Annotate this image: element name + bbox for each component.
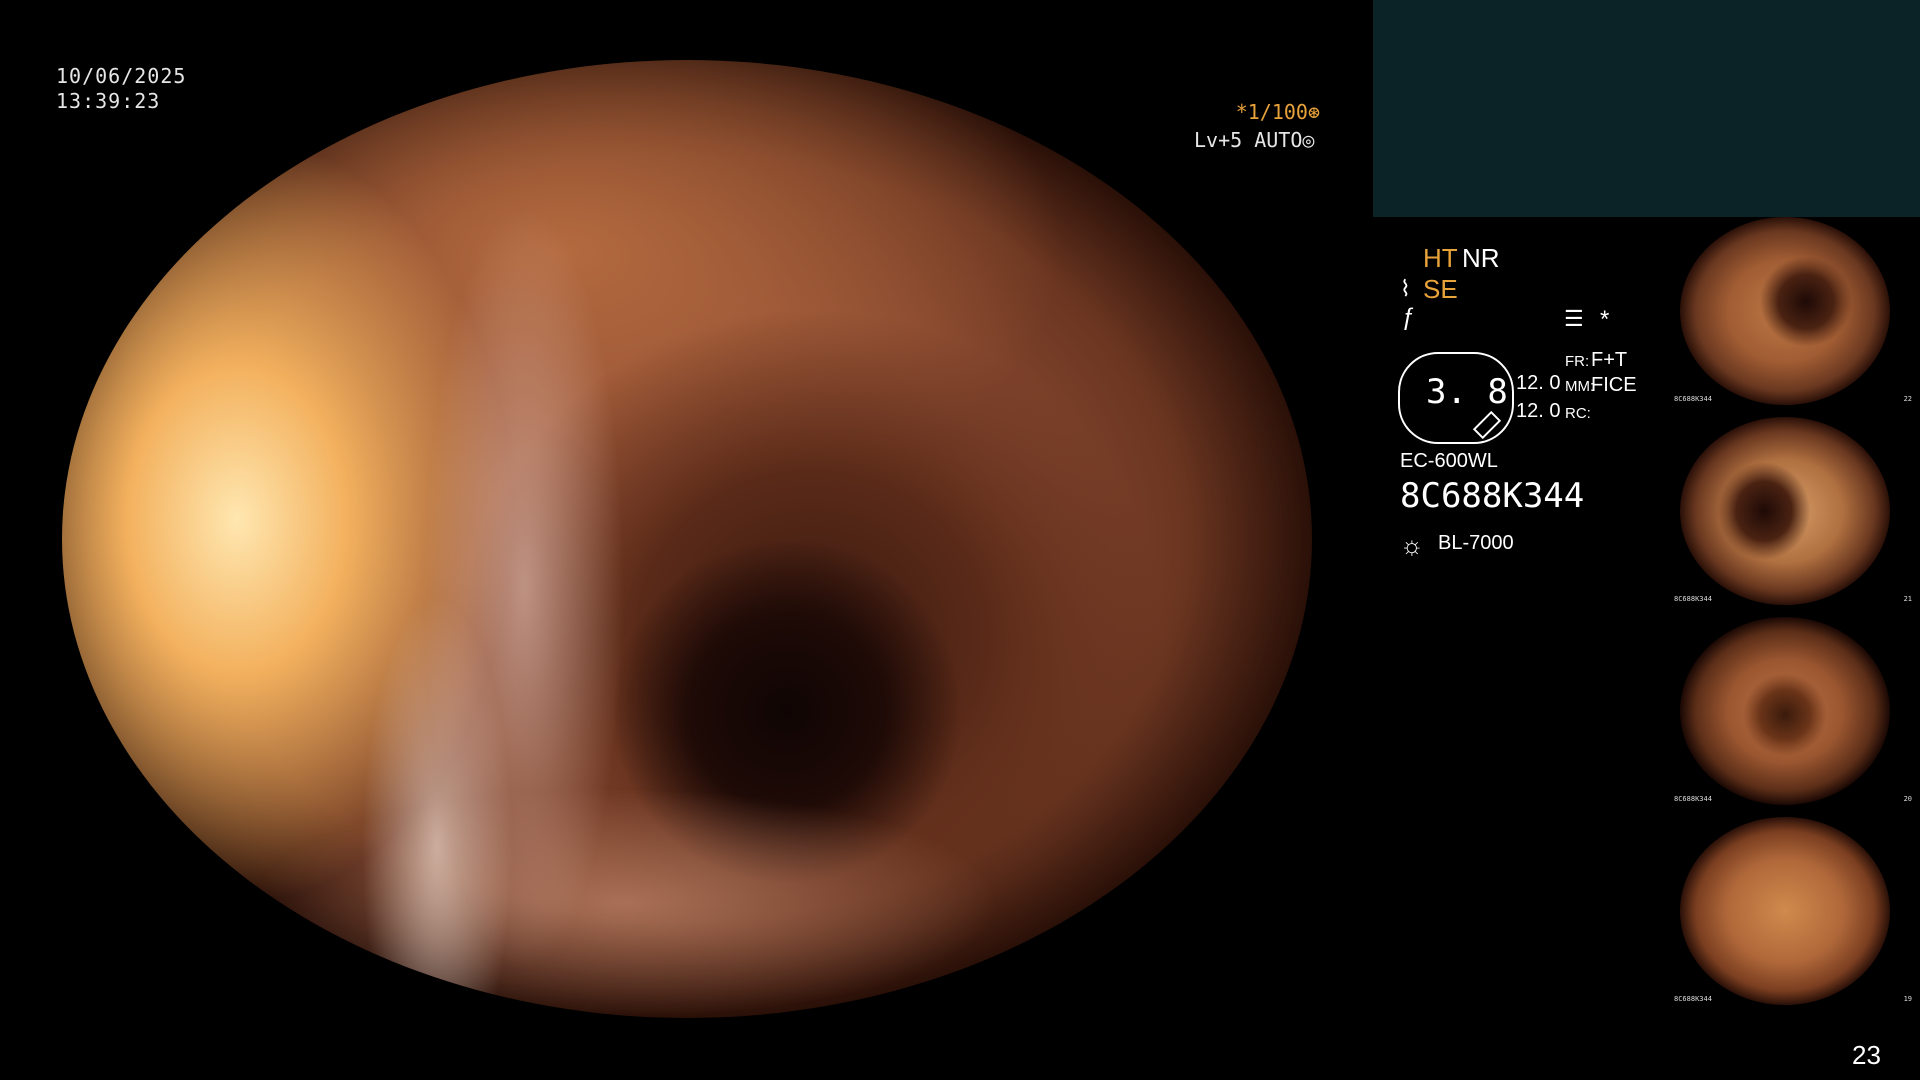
light-source: BL-7000 <box>1438 532 1514 554</box>
thumbnail-3[interactable]: 8C688K344 20 <box>1670 617 1916 805</box>
thumbnail-number: 22 <box>1903 395 1912 403</box>
mm-label: MM: <box>1565 378 1595 395</box>
thumbnail-number: 19 <box>1903 995 1912 1003</box>
se-indicator: SE <box>1423 274 1458 304</box>
page-number: 23 <box>1852 1040 1881 1070</box>
thumbnail-caption: 8C688K344 <box>1674 595 1712 603</box>
endoscope-image <box>62 60 1312 1018</box>
shutter-readout: *1/100⊛ <box>1235 100 1320 124</box>
star-indicator: * <box>1600 306 1610 333</box>
nr-indicator: NR <box>1462 243 1500 273</box>
time-readout: 13:39:23 <box>56 89 161 113</box>
fr-label: FR: <box>1565 353 1590 370</box>
date-readout: 10/06/2025 <box>56 64 187 88</box>
fr-value: F+T <box>1591 349 1628 371</box>
thumbnail-image <box>1680 617 1890 805</box>
thumbnail-4[interactable]: 8C688K344 19 <box>1670 817 1916 1005</box>
panel-header-block <box>1373 0 1920 217</box>
thumbnail-image <box>1680 417 1890 605</box>
scope-serial: 8C688K344 <box>1400 476 1585 516</box>
thumbnail-caption: 8C688K344 <box>1674 995 1712 1003</box>
list-icon: ☰ <box>1564 306 1584 331</box>
rc-label: RC: <box>1565 405 1591 422</box>
thumbnail-2[interactable]: 8C688K344 21 <box>1670 417 1916 605</box>
thumbnail-number: 21 <box>1903 595 1912 603</box>
thumbnail-image <box>1680 817 1890 1005</box>
thumbnail-number: 20 <box>1903 795 1912 803</box>
level-readout: Lv+5 AUTO◎ <box>1194 128 1315 152</box>
scope-model: EC-600WL <box>1400 450 1498 472</box>
dial-value: 3. 8 <box>1426 372 1508 412</box>
scope-icon: ⌇ <box>1400 276 1411 301</box>
ht-indicator: HT <box>1423 243 1458 273</box>
thumbnail-1[interactable]: 8C688K344 22 <box>1670 217 1916 405</box>
thumbnail-image <box>1680 217 1890 405</box>
slash-f-icon: ƒ <box>1402 304 1416 331</box>
mm-value: FICE <box>1591 374 1637 396</box>
thumbnail-caption: 8C688K344 <box>1674 395 1712 403</box>
thumbnail-caption: 8C688K344 <box>1674 795 1712 803</box>
sun-icon: ☼ <box>1400 530 1424 560</box>
value-2: 12. 0 <box>1516 400 1561 422</box>
value-1: 12. 0 <box>1516 372 1561 394</box>
